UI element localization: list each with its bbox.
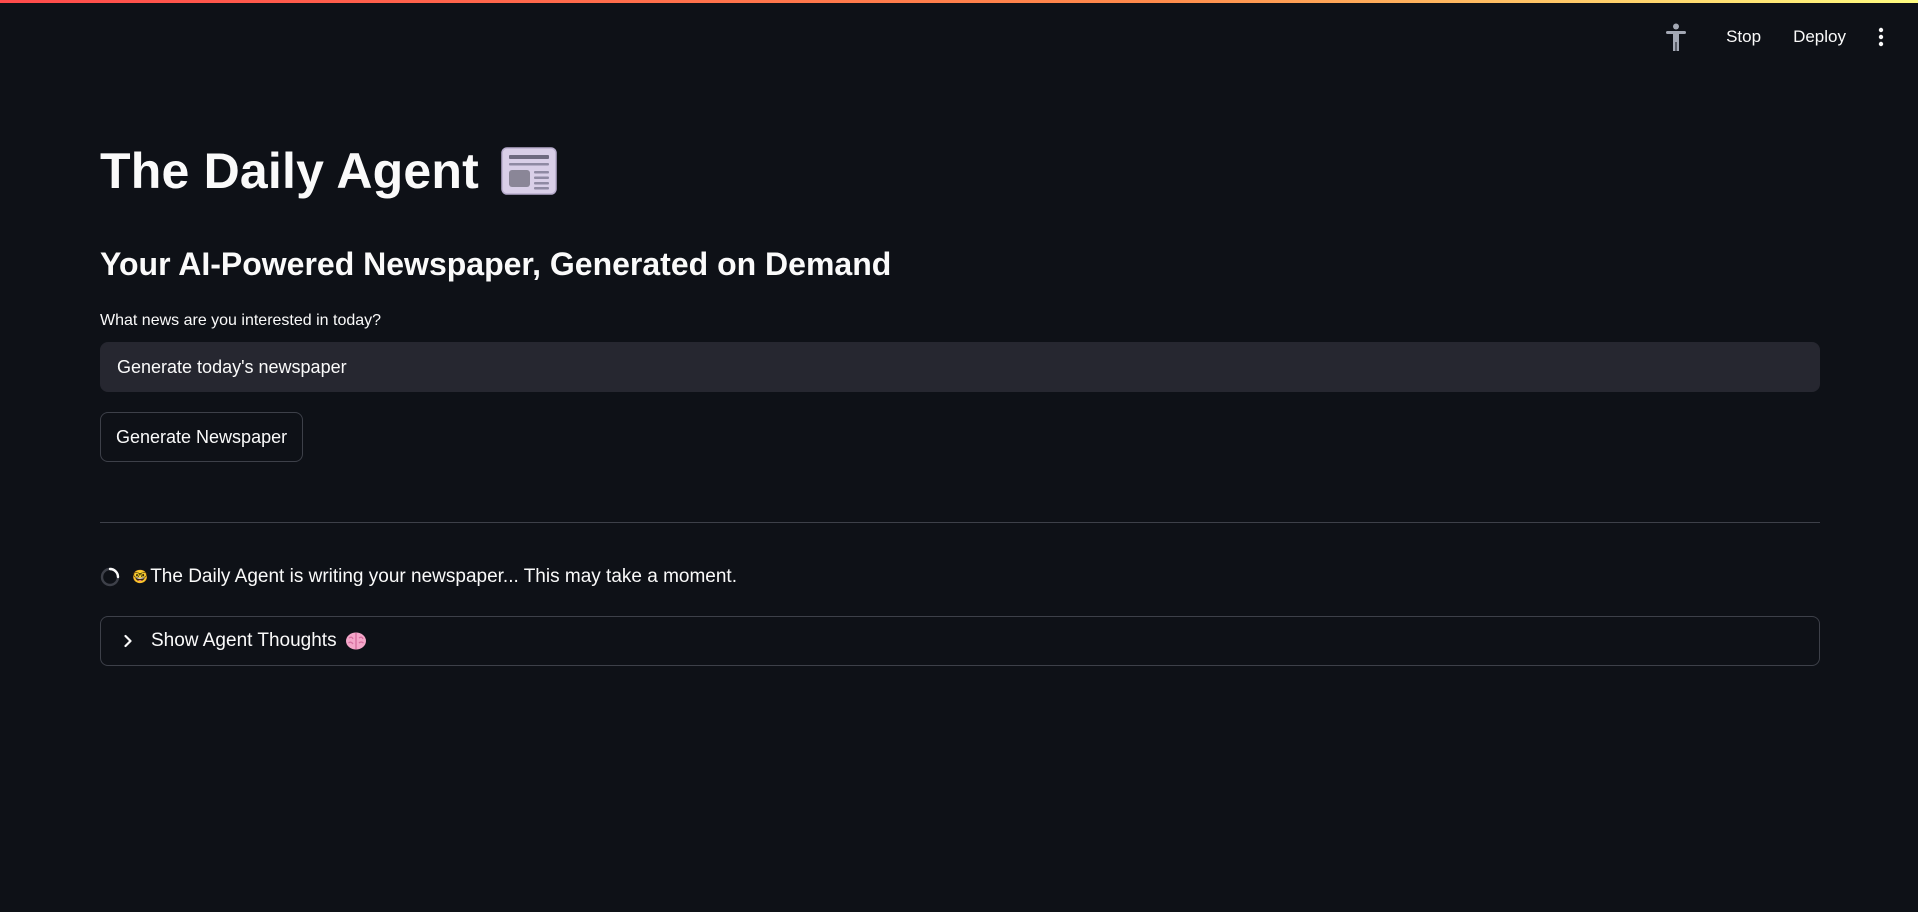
app-toolbar: Stop Deploy [1656,0,1918,74]
brain-icon [345,631,367,651]
newspaper-icon [501,146,557,196]
nerd-face-icon: 🤓 [132,569,149,584]
status-message: 🤓 The Daily Agent is writing your newspa… [100,566,737,588]
generate-newspaper-button[interactable]: Generate Newspaper [100,412,304,462]
agent-thoughts-expander[interactable]: Show Agent Thoughts [100,616,1820,666]
page-title: The Daily Agent [100,142,557,200]
chevron-right-icon [121,634,135,648]
news-topic-input[interactable] [100,342,1820,392]
expander-label: Show Agent Thoughts [151,630,337,651]
deploy-button[interactable]: Deploy [1777,19,1862,55]
person-standing-icon[interactable] [1656,17,1696,57]
stop-button[interactable]: Stop [1710,19,1777,55]
page-subtitle: Your AI-Powered Newspaper, Generated on … [100,246,892,282]
section-divider [100,522,1820,523]
page-title-text: The Daily Agent [100,143,479,199]
loading-spinner-icon [100,567,120,587]
top-accent-bar [0,0,1918,3]
news-topic-label: What news are you interested in today? [100,312,382,329]
status-text: The Daily Agent is writing your newspape… [150,566,737,587]
vertical-ellipsis-icon[interactable] [1866,17,1896,57]
